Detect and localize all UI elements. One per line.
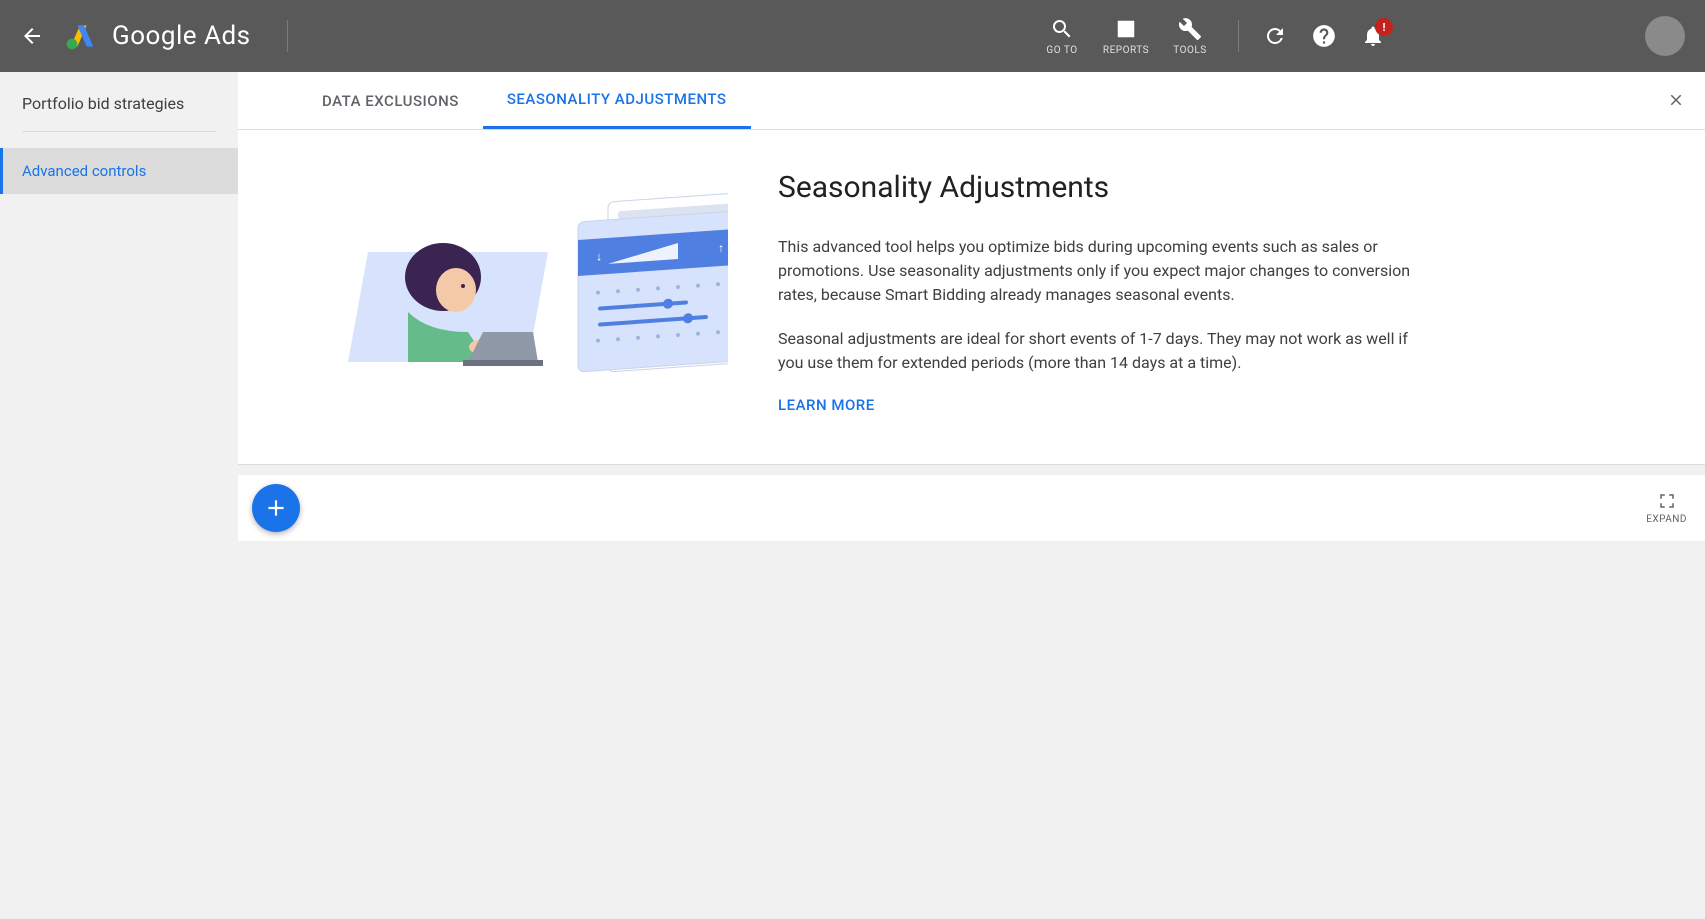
- back-button[interactable]: [20, 24, 44, 48]
- tool-label: GO TO: [1046, 45, 1077, 56]
- refresh-button[interactable]: [1263, 24, 1287, 48]
- notification-badge: !: [1375, 18, 1393, 36]
- sidebar-item-label: Advanced controls: [22, 162, 146, 180]
- tool-label: REPORTS: [1103, 45, 1149, 56]
- wrench-icon: [1178, 17, 1202, 41]
- notifications-button[interactable]: !: [1361, 24, 1385, 48]
- expand-button[interactable]: EXPAND: [1646, 492, 1687, 525]
- learn-more-link[interactable]: LEARN MORE: [778, 396, 875, 414]
- tool-label: TOOLS: [1173, 45, 1206, 56]
- action-bar: EXPAND: [238, 475, 1705, 541]
- logo-area: Google Ads: [64, 20, 251, 52]
- account-avatar[interactable]: [1645, 16, 1685, 56]
- tab-data-exclusions[interactable]: DATA EXCLUSIONS: [298, 72, 483, 129]
- close-button[interactable]: [1667, 90, 1685, 114]
- app-header: Google Ads GO TO REPORTS TOOLS: [0, 0, 1705, 72]
- hero-paragraph-2: Seasonal adjustments are ideal for short…: [778, 327, 1428, 375]
- bar-chart-icon: [1115, 17, 1137, 41]
- tab-label: DATA EXCLUSIONS: [322, 92, 459, 110]
- google-ads-logo-icon: [64, 20, 96, 52]
- header-divider: [1238, 20, 1239, 52]
- help-button[interactable]: [1311, 23, 1337, 49]
- hero-paragraph-1: This advanced tool helps you optimize bi…: [778, 235, 1428, 307]
- sidebar-title: Portfolio bid strategies: [0, 94, 238, 131]
- hero-section: ↓ ↑ Seasonality Adjustments Th: [238, 130, 1705, 465]
- goto-tool[interactable]: GO TO: [1030, 17, 1094, 56]
- hero-title: Seasonality Adjustments: [778, 170, 1428, 205]
- tab-label: SEASONALITY ADJUSTMENTS: [507, 90, 727, 108]
- tab-seasonality-adjustments[interactable]: SEASONALITY ADJUSTMENTS: [483, 72, 751, 129]
- svg-text:↓: ↓: [596, 249, 602, 263]
- sidebar: Portfolio bid strategies Advanced contro…: [0, 72, 238, 919]
- hero-illustration: ↓ ↑: [298, 170, 738, 414]
- header-tools: GO TO REPORTS TOOLS !: [1030, 16, 1685, 56]
- search-icon: [1050, 17, 1074, 41]
- expand-icon: [1658, 492, 1676, 510]
- tools-tool[interactable]: TOOLS: [1158, 17, 1222, 56]
- main-content: DATA EXCLUSIONS SEASONALITY ADJUSTMENTS: [238, 72, 1705, 919]
- add-button[interactable]: [252, 484, 300, 532]
- sidebar-item-advanced-controls[interactable]: Advanced controls: [0, 148, 238, 194]
- svg-text:↑: ↑: [718, 241, 724, 255]
- reports-tool[interactable]: REPORTS: [1094, 17, 1158, 56]
- sidebar-divider: [22, 131, 216, 132]
- tab-bar: DATA EXCLUSIONS SEASONALITY ADJUSTMENTS: [238, 72, 1705, 130]
- product-name: Google Ads: [112, 21, 251, 51]
- hero-text: Seasonality Adjustments This advanced to…: [778, 170, 1428, 414]
- expand-label: EXPAND: [1646, 514, 1687, 525]
- header-divider: [287, 20, 288, 52]
